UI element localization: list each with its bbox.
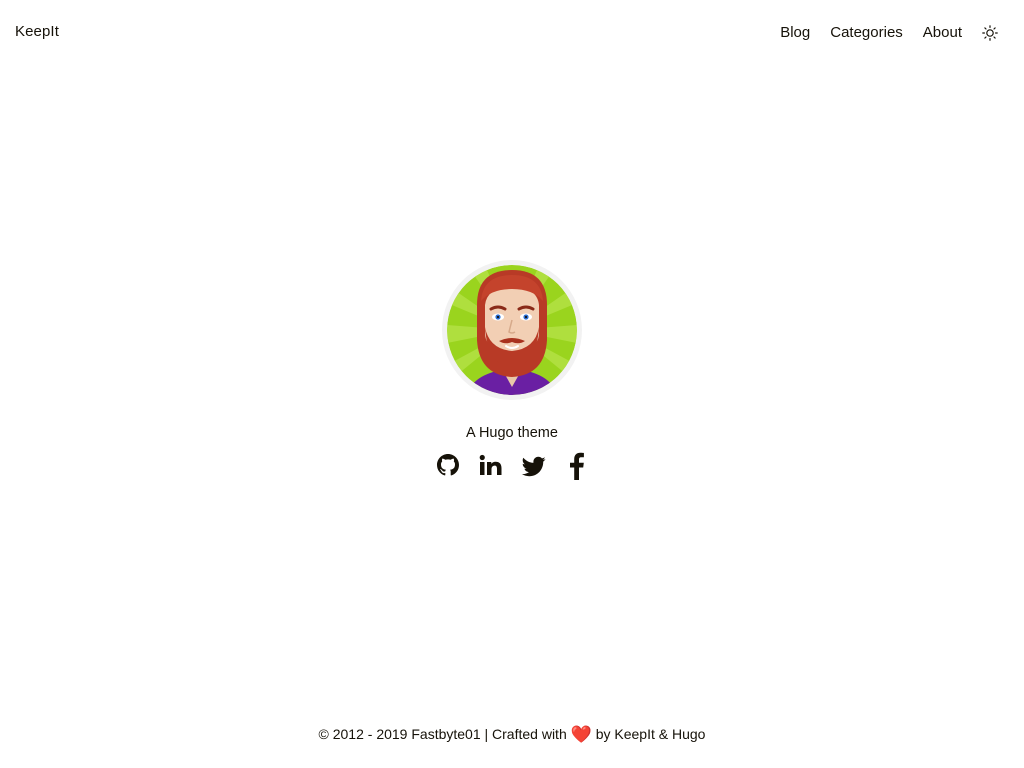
facebook-icon <box>569 452 584 480</box>
profile-subtitle: A Hugo theme <box>466 425 558 441</box>
linkedin-icon <box>479 454 501 475</box>
twitter-icon <box>521 456 545 477</box>
github-link[interactable] <box>435 451 461 481</box>
footer-by-text: by <box>595 726 611 742</box>
sun-icon <box>982 25 998 41</box>
nav-item-categories[interactable]: Categories <box>830 23 903 43</box>
heart-icon: ❤️ <box>570 725 592 744</box>
site-brand-link[interactable]: KeepIt <box>15 23 59 40</box>
avatar-ring <box>442 260 582 400</box>
linkedin-link[interactable] <box>478 451 504 481</box>
twitter-link[interactable] <box>521 451 547 481</box>
social-links <box>426 451 598 481</box>
nav-item-blog[interactable]: Blog <box>780 23 810 43</box>
theme-toggle-button[interactable] <box>982 25 998 41</box>
footer-link-keepit[interactable]: KeepIt <box>614 726 654 742</box>
site-header: KeepIt Blog Categories About <box>0 0 1024 64</box>
home-profile: A Hugo theme <box>0 260 1024 481</box>
nav-item-about[interactable]: About <box>923 23 962 43</box>
main-nav: Blog Categories About <box>780 23 998 43</box>
avatar[interactable] <box>447 265 577 395</box>
site-footer: © 2012 - 2019 Fastbyte01 | Crafted with … <box>0 725 1024 745</box>
github-icon <box>436 454 459 476</box>
footer-link-hugo[interactable]: Hugo <box>672 726 705 742</box>
page: KeepIt Blog Categories About A Hugo them… <box>0 0 1024 768</box>
footer-copyright: © 2012 - 2019 Fastbyte01 | Crafted with <box>318 726 567 742</box>
footer-amp: & <box>658 726 669 742</box>
facebook-link[interactable] <box>564 451 590 481</box>
